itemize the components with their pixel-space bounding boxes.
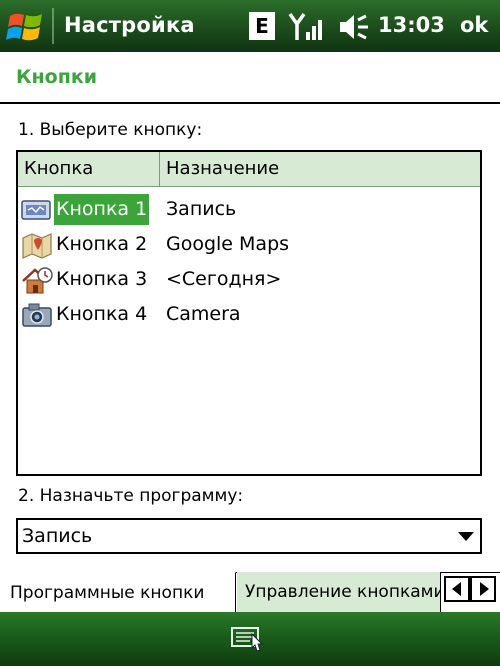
list-header: Кнопка Назначение bbox=[18, 152, 480, 187]
program-select[interactable]: Запись bbox=[16, 518, 482, 554]
list-row[interactable]: Кнопка 4 Camera bbox=[18, 297, 480, 332]
title-bar: Настройка E 13:03 ok bbox=[0, 0, 500, 52]
home-clock-icon bbox=[22, 267, 53, 294]
column-header-assignment[interactable]: Назначение bbox=[160, 152, 480, 186]
map-icon bbox=[22, 233, 52, 259]
volume-icon[interactable] bbox=[336, 10, 372, 44]
title-separator bbox=[52, 8, 54, 44]
softkey-bar bbox=[0, 612, 500, 666]
row-button-name: Кнопка 1 bbox=[54, 194, 150, 225]
tab-button-management[interactable]: Управление кнопками bbox=[237, 572, 441, 612]
step1-label: 1. Выберите кнопку: bbox=[18, 120, 203, 140]
column-header-button[interactable]: Кнопка bbox=[18, 152, 160, 186]
dropdown-arrow-icon[interactable] bbox=[458, 532, 474, 541]
page-heading: Кнопки bbox=[16, 66, 98, 88]
list-row[interactable]: Кнопка 2 Google Maps bbox=[18, 227, 480, 262]
row-assignment: Camera bbox=[166, 303, 241, 325]
tab-program-buttons[interactable]: Программные кнопки bbox=[0, 572, 236, 612]
list-row[interactable]: Кнопка 1 Запись bbox=[18, 192, 480, 227]
row-button-name: Кнопка 4 bbox=[56, 303, 148, 325]
windows-start-icon[interactable] bbox=[4, 6, 48, 46]
clock[interactable]: 13:03 bbox=[378, 13, 445, 37]
arrow-left-icon bbox=[452, 582, 461, 596]
signal-strength-icon[interactable] bbox=[288, 10, 328, 44]
row-button-name: Кнопка 2 bbox=[56, 233, 148, 255]
row-assignment: <Сегодня> bbox=[166, 268, 282, 290]
heading-divider bbox=[0, 102, 500, 104]
row-assignment: Запись bbox=[166, 198, 237, 220]
ok-button[interactable]: ok bbox=[460, 13, 488, 37]
buttons-list[interactable]: Кнопка Назначение Кнопка 1 Запись Кнопка… bbox=[16, 150, 482, 476]
app-title: Настройка bbox=[64, 13, 195, 37]
step2-label: 2. Назначьте программу: bbox=[18, 486, 244, 506]
network-type-badge[interactable]: E bbox=[249, 12, 275, 40]
program-select-value: Запись bbox=[22, 525, 93, 547]
tab-scroll-right-button[interactable] bbox=[470, 576, 496, 602]
list-row[interactable]: Кнопка 3 <Сегодня> bbox=[18, 262, 480, 297]
row-button-name: Кнопка 3 bbox=[56, 268, 148, 290]
arrow-right-icon bbox=[480, 582, 489, 596]
recorder-icon bbox=[21, 200, 51, 220]
input-panel-icon[interactable] bbox=[228, 620, 268, 656]
tab-scroll-left-button[interactable] bbox=[444, 576, 470, 602]
camera-icon bbox=[22, 303, 52, 327]
row-assignment: Google Maps bbox=[166, 233, 290, 255]
